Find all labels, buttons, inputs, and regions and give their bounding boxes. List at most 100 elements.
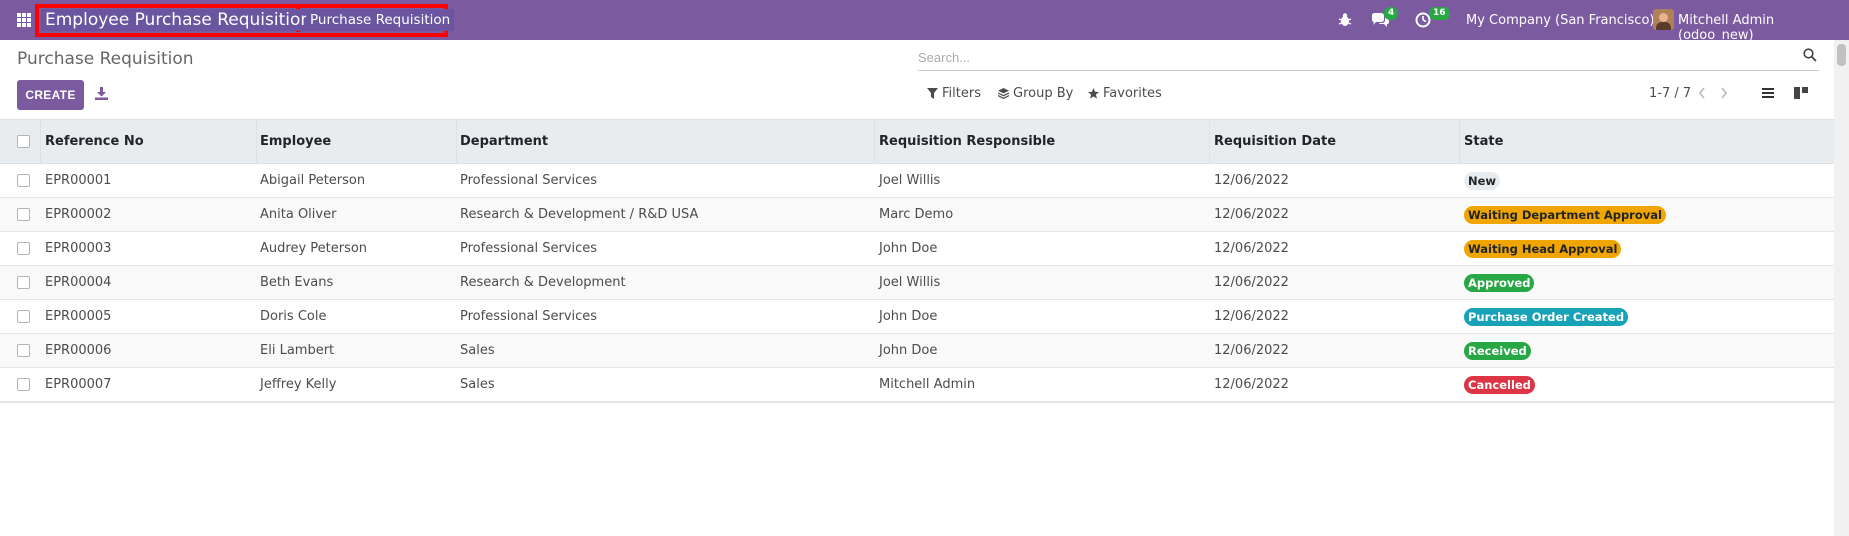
cell-employee: Jeffrey Kelly — [260, 377, 337, 392]
avatar[interactable] — [1653, 9, 1674, 30]
page-title: Purchase Requisition — [17, 49, 194, 69]
table-row[interactable]: EPR00003 Audrey Peterson Professional Serv… — [0, 232, 1834, 266]
groupby-button[interactable]: Group By — [998, 86, 1073, 101]
column-header-department[interactable]: Department — [460, 134, 548, 149]
table-row[interactable]: EPR00005 Doris Cole Professional Services J… — [0, 300, 1834, 334]
bug-icon[interactable] — [1338, 12, 1352, 28]
apps-icon[interactable] — [17, 13, 31, 27]
kanban-view-icon[interactable] — [1791, 85, 1811, 101]
messages-count-badge: 4 — [1384, 7, 1399, 20]
cell-responsible: John Doe — [879, 309, 938, 324]
column-header-employee[interactable]: Employee — [260, 134, 331, 149]
column-divider — [874, 120, 875, 164]
cell-ref: EPR00007 — [45, 377, 112, 392]
column-header-date[interactable]: Requisition Date — [1214, 134, 1336, 149]
row-checkbox[interactable] — [17, 242, 30, 255]
search-input[interactable] — [918, 47, 1778, 67]
app-name[interactable]: Employee Purchase Requisition — [41, 9, 316, 31]
cell-employee: Abigail Peterson — [260, 173, 366, 188]
cell-department: Sales — [460, 343, 495, 358]
cell-date: 12/06/2022 — [1214, 343, 1289, 358]
cell-department: Research & Development — [460, 275, 626, 290]
cell-department: Professional Services — [460, 241, 598, 256]
search-icon[interactable] — [1803, 48, 1817, 62]
cell-responsible: Mitchell Admin — [879, 377, 976, 392]
download-icon[interactable] — [95, 87, 108, 100]
filters-label: Filters — [942, 86, 981, 101]
vertical-scrollbar[interactable] — [1834, 40, 1849, 536]
cell-responsible: Marc Demo — [879, 207, 954, 222]
cell-employee: Anita Oliver — [260, 207, 337, 222]
status-badge: New — [1464, 172, 1501, 190]
cell-ref: EPR00001 — [45, 173, 112, 188]
row-checkbox[interactable] — [17, 378, 30, 391]
groupby-label: Group By — [1013, 86, 1074, 101]
cell-date: 12/06/2022 — [1214, 207, 1289, 222]
chevron-right-icon[interactable] — [1719, 86, 1729, 100]
create-button[interactable]: CREATE — [17, 80, 84, 110]
table-row[interactable]: EPR00004 Beth Evans Research & Development… — [0, 266, 1834, 300]
top-navbar: Employee Purchase Requisition Purchase R… — [0, 0, 1849, 43]
pager-value[interactable]: 1-7 / 7 — [1649, 86, 1691, 101]
cell-department: Research & Development / R&D USA — [460, 207, 699, 222]
chevron-left-icon[interactable] — [1697, 86, 1707, 100]
cell-department: Professional Services — [460, 173, 598, 188]
filter-icon — [927, 88, 938, 99]
cell-ref: EPR00002 — [45, 207, 112, 222]
cell-responsible: Joel Willis — [879, 173, 941, 188]
search-bar — [918, 45, 1819, 71]
list-view-icon[interactable] — [1758, 85, 1778, 101]
cell-responsible: John Doe — [879, 343, 938, 358]
user-menu[interactable]: Mitchell Admin (odoo_new) — [1678, 13, 1849, 43]
row-checkbox[interactable] — [17, 208, 30, 221]
cell-date: 12/06/2022 — [1214, 377, 1289, 392]
table-row[interactable]: EPR00002 Anita Oliver Research & Developme… — [0, 198, 1834, 232]
column-header-responsible[interactable]: Requisition Responsible — [879, 134, 1055, 149]
column-header-state[interactable]: State — [1464, 134, 1503, 149]
status-badge: Purchase Order Created — [1464, 308, 1629, 326]
activities-count-badge: 16 — [1429, 7, 1450, 20]
table-row[interactable]: EPR00007 Jeffrey Kelly Sales Mitchell Admin… — [0, 368, 1834, 402]
status-badge: Received — [1464, 342, 1531, 360]
cell-employee: Beth Evans — [260, 275, 334, 290]
cell-employee: Doris Cole — [260, 309, 327, 324]
row-checkbox[interactable] — [17, 276, 30, 289]
table-row[interactable]: EPR00001 Abigail Peterson Professional Ser… — [0, 164, 1834, 198]
filters-button[interactable]: Filters — [927, 86, 981, 101]
cell-ref: EPR00006 — [45, 343, 112, 358]
requisition-list: Reference No Employee Department Requisi… — [0, 119, 1834, 536]
column-divider — [40, 120, 41, 164]
menu-purchase-requisition[interactable]: Purchase Requisition — [306, 9, 455, 31]
table-bottom-border — [0, 402, 1834, 403]
column-header-reference[interactable]: Reference No — [45, 134, 144, 149]
layers-icon — [998, 88, 1009, 99]
table-row[interactable]: EPR00006 Eli Lambert Sales John Doe 12/06/20… — [0, 334, 1834, 368]
favorites-label: Favorites — [1103, 86, 1162, 101]
cell-ref: EPR00003 — [45, 241, 112, 256]
company-switcher[interactable]: My Company (San Francisco) — [1466, 13, 1654, 28]
column-divider — [1459, 120, 1460, 164]
select-all-checkbox[interactable] — [17, 135, 30, 148]
cell-responsible: Joel Willis — [879, 275, 941, 290]
status-badge: Waiting Head Approval — [1464, 240, 1622, 258]
cell-employee: Audrey Peterson — [260, 241, 368, 256]
cell-date: 12/06/2022 — [1214, 309, 1289, 324]
row-checkbox[interactable] — [17, 310, 30, 323]
cell-employee: Eli Lambert — [260, 343, 335, 358]
favorites-button[interactable]: Favorites — [1088, 86, 1162, 101]
status-badge: Approved — [1464, 274, 1535, 292]
cell-date: 12/06/2022 — [1214, 275, 1289, 290]
status-badge: Waiting Department Approval — [1464, 206, 1666, 224]
table-header: Reference No Employee Department Requisi… — [0, 120, 1834, 164]
cell-date: 12/06/2022 — [1214, 173, 1289, 188]
cell-department: Sales — [460, 377, 495, 392]
row-checkbox[interactable] — [17, 344, 30, 357]
cell-ref: EPR00004 — [45, 275, 112, 290]
column-divider — [456, 120, 457, 164]
scrollbar-thumb[interactable] — [1837, 44, 1846, 66]
cell-responsible: John Doe — [879, 241, 938, 256]
column-divider — [256, 120, 257, 164]
column-divider — [1209, 120, 1210, 164]
cell-ref: EPR00005 — [45, 309, 112, 324]
row-checkbox[interactable] — [17, 174, 30, 187]
